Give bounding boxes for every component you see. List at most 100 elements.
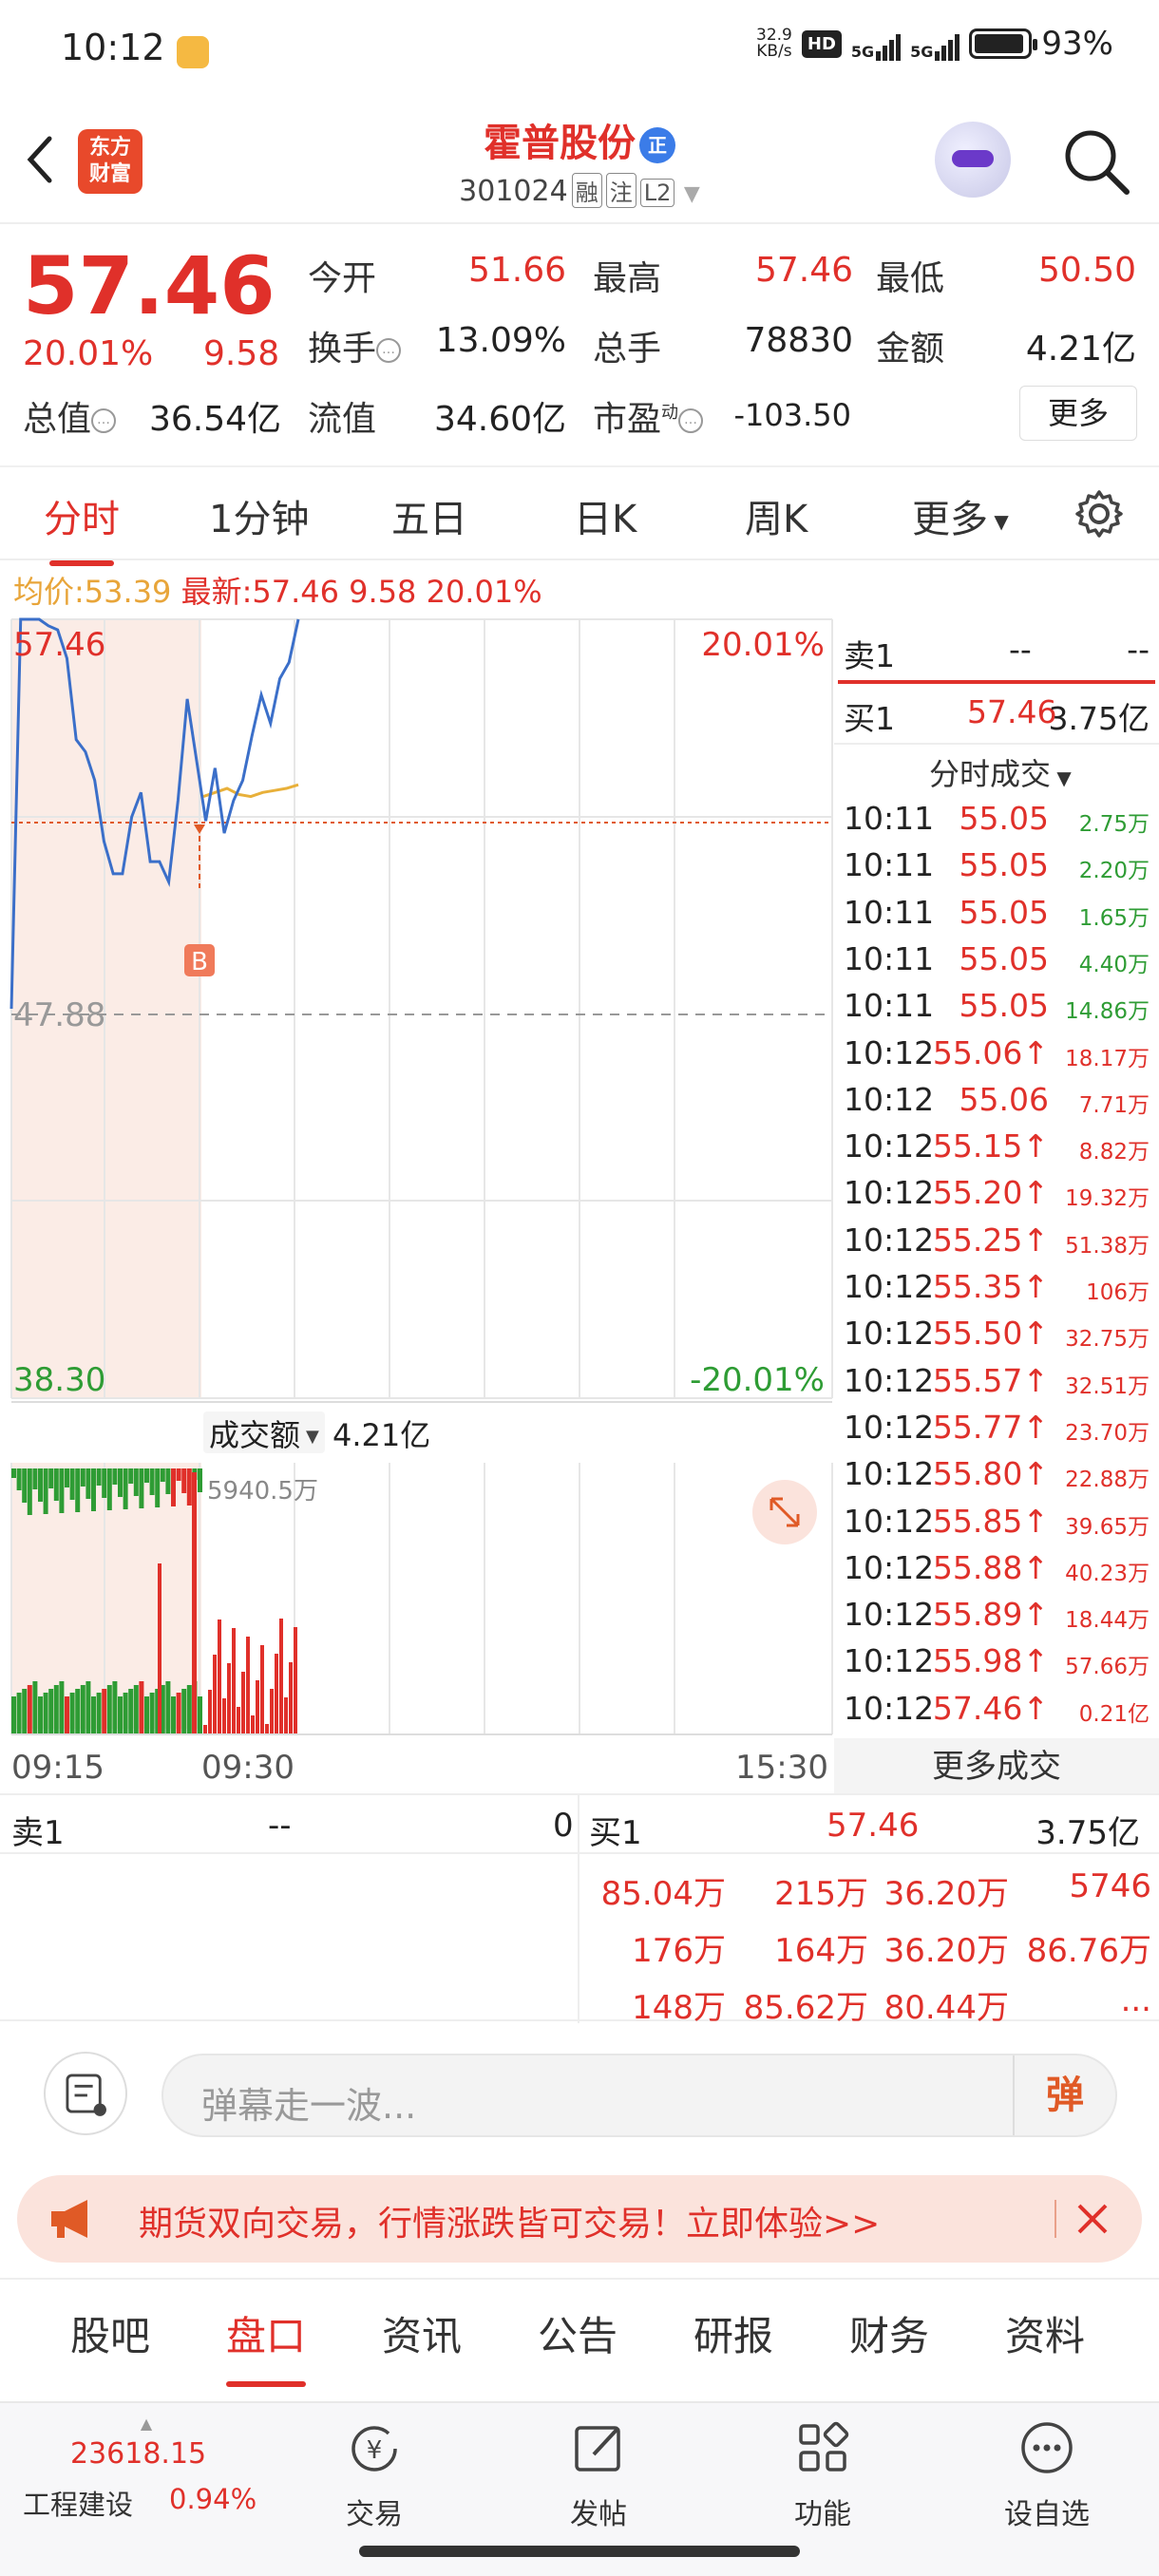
tick-row: 10:12 55.85↑ 39.65万	[838, 1503, 1155, 1548]
tab-finance[interactable]: 财务	[849, 2304, 929, 2362]
tab-weekly-k[interactable]: 周K	[745, 488, 808, 543]
close-icon[interactable]	[1068, 2194, 1117, 2244]
book-cell: 85.62万	[743, 1989, 868, 2027]
tab-profile[interactable]: 资料	[1005, 2304, 1085, 2362]
volume-bar	[48, 1689, 54, 1734]
tick-price: 55.05	[959, 846, 1049, 884]
book-cell: 36.20万	[884, 1875, 1009, 1913]
gear-icon[interactable]	[1074, 488, 1125, 540]
amount-label: 金额	[876, 330, 945, 369]
chevron-down-icon: ▼	[306, 1427, 319, 1447]
book-cell: 215万	[774, 1875, 868, 1913]
volume-bar	[218, 1619, 221, 1734]
net-speed: 32.9 KB/s	[756, 26, 792, 61]
pe-value: -103.50	[733, 397, 851, 433]
tick-volume: 23.70万	[1065, 1420, 1150, 1446]
tab-orderbook[interactable]: 盘口	[226, 2304, 307, 2387]
volume-bar	[112, 1468, 118, 1485]
volume-value: 78830	[744, 321, 853, 360]
assistant-avatar-icon[interactable]	[935, 122, 1011, 198]
status-time: 10:12	[61, 27, 165, 68]
book-cell: 148万	[632, 1989, 726, 2027]
volume-bar	[11, 1468, 16, 1478]
tick-row: 10:11 55.05 2.75万	[838, 800, 1155, 845]
tab-intraday[interactable]: 分时	[44, 488, 120, 566]
danmu-input[interactable]: 弹幕走一波... 弹	[162, 2054, 1117, 2137]
tick-row: 10:12 55.77↑ 23.70万	[838, 1409, 1155, 1454]
tab-news[interactable]: 资讯	[382, 2304, 462, 2362]
volume-bar	[176, 1693, 181, 1734]
tick-row: 10:12 55.50↑ 32.75万	[838, 1315, 1155, 1360]
x-label-close: 15:30	[735, 1749, 828, 1787]
nav-functions[interactable]: 功能	[756, 2415, 889, 2532]
tab-5day[interactable]: 五日	[391, 488, 467, 543]
promo-banner[interactable]: 期货双向交易，行情涨跌皆可交易！立即体验>>	[17, 2175, 1142, 2263]
tab-more[interactable]: 更多 ▼	[912, 488, 1009, 543]
volume-bar	[123, 1468, 128, 1509]
low-value: 50.50	[1037, 251, 1136, 290]
tick-row: 10:12 55.06↑ 18.17万	[838, 1034, 1155, 1080]
tick-time: 10:12	[844, 1502, 935, 1540]
volume-bar	[155, 1468, 161, 1507]
search-icon[interactable]	[1058, 123, 1134, 199]
tab-announcements[interactable]: 公告	[538, 2304, 618, 2362]
danmu-settings-icon[interactable]	[44, 2052, 127, 2135]
volume-bar	[181, 1468, 187, 1493]
tick-row: 10:12 55.88↑ 40.23万	[838, 1549, 1155, 1595]
nav-add-watchlist[interactable]: 设自选	[980, 2415, 1113, 2532]
tick-time: 10:12	[844, 1361, 935, 1399]
period-tabs: 分时 1分钟 五日 日K 周K 更多 ▼	[0, 465, 1159, 566]
volume-total: 4.21亿	[332, 1417, 430, 1453]
volume-bar	[181, 1689, 187, 1734]
home-indicator[interactable]	[359, 2546, 800, 2557]
volume-bar	[133, 1685, 139, 1734]
tick-price: 55.05	[959, 939, 1049, 977]
more-ticks-button[interactable]: 更多成交	[834, 1738, 1159, 1795]
volume-bar	[123, 1693, 128, 1734]
volume-bar	[294, 1627, 297, 1734]
tab-daily-k[interactable]: 日K	[574, 488, 636, 543]
volume-bar	[149, 1693, 155, 1734]
tab-forum[interactable]: 股吧	[70, 2304, 150, 2362]
intraday-chart[interactable]: B 57.46 47.88 38.30 20.01% -20.01% 成交额 ▼…	[0, 617, 836, 1805]
danmu-send-button[interactable]: 弹	[1013, 2055, 1115, 2135]
volume-bar	[106, 1685, 112, 1734]
volume-bar	[198, 1468, 202, 1492]
tick-row: 10:11 55.05 14.86万	[838, 987, 1155, 1032]
volume-bar	[53, 1468, 59, 1501]
volume-label: 成交额	[209, 1417, 300, 1453]
tick-row: 10:11 55.05 1.65万	[838, 894, 1155, 939]
volume-bar	[59, 1468, 65, 1513]
volume-bar	[32, 1468, 38, 1489]
chevron-up-icon: ▲	[140, 2415, 153, 2433]
tick-row: 10:12 55.20↑ 19.32万	[838, 1174, 1155, 1220]
y-mid-label: 47.88	[13, 996, 105, 1034]
volume-bar	[171, 1468, 176, 1506]
tick-time: 10:11	[844, 987, 935, 1025]
tab-research[interactable]: 研报	[694, 2304, 773, 2362]
nav-post[interactable]: 发帖	[532, 2415, 665, 2532]
volume-label: 总手	[593, 330, 662, 369]
index-pct: 0.94%	[169, 2483, 257, 2515]
nav-trade[interactable]: ¥ 交易	[308, 2415, 441, 2532]
volume-bar	[69, 1693, 75, 1734]
quote-panel: 57.46 20.01% 9.58 今开 51.66 最高 57.46 最低 5…	[0, 224, 1159, 462]
chart-info-line: 均价:53.39 最新:57.46 9.58 20.01%	[13, 574, 542, 610]
tick-time: 10:11	[844, 846, 935, 884]
volume-bar	[186, 1468, 192, 1506]
volume-bar	[251, 1715, 255, 1734]
ticks-title[interactable]: 分时成交 ▼	[929, 750, 1072, 794]
tick-price: 55.15↑	[932, 1127, 1049, 1165]
float-value: 34.60亿	[433, 400, 566, 439]
change-percent: 20.01%	[23, 334, 154, 373]
tab-1min[interactable]: 1分钟	[209, 488, 309, 543]
index-ticker[interactable]: ▲ 23618.15 工程建设 0.94%	[23, 2415, 270, 2521]
tick-price: 55.89↑	[932, 1596, 1049, 1634]
tick-time: 10:11	[844, 939, 935, 977]
volume-bar	[232, 1628, 236, 1734]
volume-bar	[160, 1468, 165, 1482]
tick-price: 55.80↑	[932, 1455, 1049, 1493]
more-quote-button[interactable]: 更多	[1019, 386, 1137, 441]
volume-bar	[275, 1654, 278, 1734]
book-cell: 85.04万	[600, 1875, 726, 1913]
